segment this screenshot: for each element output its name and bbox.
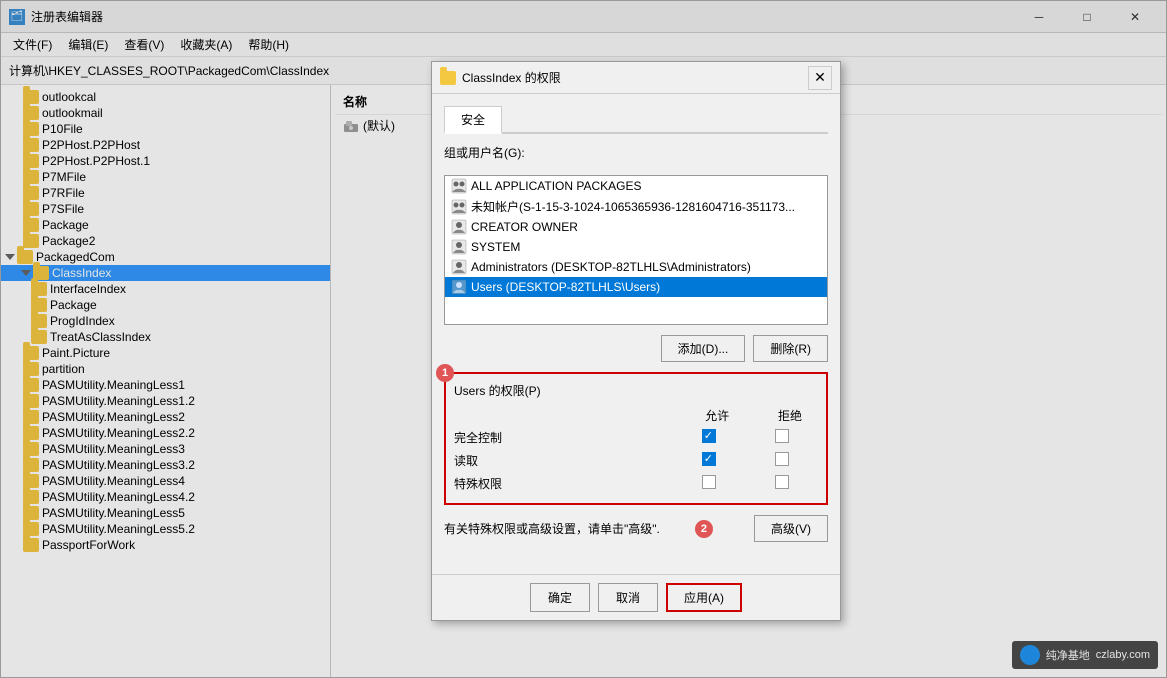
remove-user-button[interactable]: 删除(R) [753,335,828,362]
add-remove-row: 添加(D)... 删除(R) [444,335,828,362]
permissions-table: 允许 拒绝 完全控制 [454,405,818,495]
user-item[interactable]: ALL APPLICATION PACKAGES [445,176,827,196]
apply-button[interactable]: 应用(A) [666,583,742,612]
user-label: Administrators (DESKTOP-82TLHLS\Administ… [471,260,751,274]
tab-bar: 安全 [444,106,828,134]
user-label: 未知帐户(S-1-15-3-1024-1065365936-1281604716… [471,198,795,215]
step-2-indicator: 2 [695,520,713,538]
user-icon [451,279,467,295]
unchecked-checkbox [775,475,789,489]
user-item-selected[interactable]: Users (DESKTOP-82TLHLS\Users) [445,277,827,297]
add-user-button[interactable]: 添加(D)... [661,335,746,362]
deny-checkbox[interactable] [745,472,818,495]
perm-name: 特殊权限 [454,472,672,495]
checked-checkbox [702,429,716,443]
cancel-button[interactable]: 取消 [598,583,658,612]
user-icon [451,259,467,275]
dialog-title-bar: ClassIndex 的权限 ✕ [432,62,840,94]
user-item[interactable]: Administrators (DESKTOP-82TLHLS\Administ… [445,257,827,277]
users-list[interactable]: ALL APPLICATION PACKAGES 未知帐户(S [444,175,828,325]
group-icon [451,178,467,194]
unchecked-checkbox [702,475,716,489]
step-1-indicator: 1 [436,364,454,382]
user-label: CREATOR OWNER [471,220,578,234]
allow-checkbox[interactable] [672,426,745,449]
tab-security[interactable]: 安全 [444,106,502,134]
unchecked-checkbox [775,452,789,466]
allow-checkbox[interactable] [672,449,745,472]
user-label: ALL APPLICATION PACKAGES [471,179,642,193]
perm-section-label: Users 的权限(P) [454,382,818,399]
dialog-folder-icon [440,71,456,85]
perm-name: 完全控制 [454,426,672,449]
deny-checkbox[interactable] [745,449,818,472]
user-label: SYSTEM [471,240,520,254]
checked-checkbox [702,452,716,466]
advanced-text: 有关特殊权限或高级设置，请单击"高级". [444,520,660,537]
allow-checkbox[interactable] [672,472,745,495]
deny-checkbox[interactable] [745,426,818,449]
user-label: Users (DESKTOP-82TLHLS\Users) [471,280,660,294]
dialog-title-left: ClassIndex 的权限 [440,69,561,86]
table-row: 读取 [454,449,818,472]
user-item[interactable]: 未知帐户(S-1-15-3-1024-1065365936-1281604716… [445,196,827,217]
group-label: 组或用户名(G): [444,144,828,161]
dialog-overlay: ClassIndex 的权限 ✕ 安全 组或用户名(G): [1,1,1166,677]
unchecked-checkbox [775,429,789,443]
ok-button[interactable]: 确定 [530,583,590,612]
advanced-row: 有关特殊权限或高级设置，请单击"高级". 2 高级(V) [444,515,828,542]
user-item[interactable]: CREATOR OWNER [445,217,827,237]
perm-name: 读取 [454,449,672,472]
dialog-title: ClassIndex 的权限 [462,69,561,86]
allow-column-header: 允许 [672,405,745,426]
user-icon [451,219,467,235]
main-window: 🗂 注册表编辑器 ─ □ ✕ 文件(F) 编辑(E) 查看(V) 收藏夹(A) … [0,0,1167,678]
permissions-dialog: ClassIndex 的权限 ✕ 安全 组或用户名(G): [431,61,841,621]
permissions-section: 1 Users 的权限(P) 允许 拒绝 完全控制 [444,372,828,505]
dialog-content: 安全 组或用户名(G): [432,94,840,574]
deny-column-header: 拒绝 [745,405,818,426]
dialog-close-button[interactable]: ✕ [808,66,832,90]
dialog-bottom: 确定 取消 应用(A) [432,574,840,620]
group-icon [451,199,467,215]
user-item[interactable]: SYSTEM [445,237,827,257]
advanced-button[interactable]: 高级(V) [754,515,828,542]
table-row: 完全控制 [454,426,818,449]
user-icon [451,239,467,255]
table-row: 特殊权限 [454,472,818,495]
